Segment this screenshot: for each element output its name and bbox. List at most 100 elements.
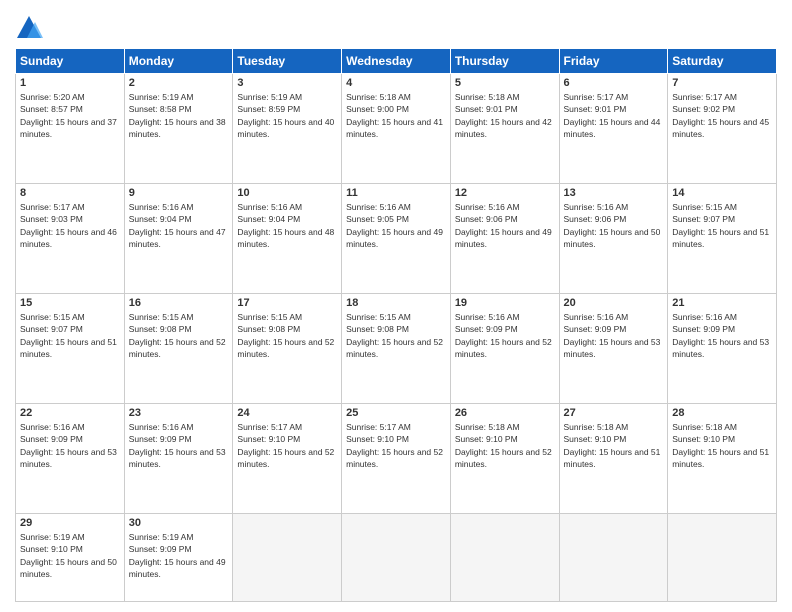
day-number: 18: [346, 297, 446, 309]
day-number: 23: [129, 407, 229, 419]
day-info: Sunrise: 5:17 AM Sunset: 9:01 PM Dayligh…: [564, 91, 664, 140]
header: [15, 10, 777, 42]
day-number: 22: [20, 407, 120, 419]
day-number: 12: [455, 187, 555, 199]
calendar-cell: 13 Sunrise: 5:16 AM Sunset: 9:06 PM Dayl…: [559, 184, 668, 294]
day-info: Sunrise: 5:16 AM Sunset: 9:04 PM Dayligh…: [237, 201, 337, 250]
calendar-cell: 6 Sunrise: 5:17 AM Sunset: 9:01 PM Dayli…: [559, 74, 668, 184]
calendar-cell: [233, 514, 342, 602]
day-number: 30: [129, 517, 229, 529]
calendar-cell: 25 Sunrise: 5:17 AM Sunset: 9:10 PM Dayl…: [342, 404, 451, 514]
day-number: 3: [237, 77, 337, 89]
day-info: Sunrise: 5:17 AM Sunset: 9:03 PM Dayligh…: [20, 201, 120, 250]
calendar-cell: 2 Sunrise: 5:19 AM Sunset: 8:58 PM Dayli…: [124, 74, 233, 184]
weekday-header: Monday: [124, 49, 233, 74]
day-number: 19: [455, 297, 555, 309]
day-number: 21: [672, 297, 772, 309]
day-number: 17: [237, 297, 337, 309]
day-info: Sunrise: 5:15 AM Sunset: 9:08 PM Dayligh…: [346, 311, 446, 360]
day-number: 8: [20, 187, 120, 199]
calendar-cell: [668, 514, 777, 602]
calendar-cell: 16 Sunrise: 5:15 AM Sunset: 9:08 PM Dayl…: [124, 294, 233, 404]
day-info: Sunrise: 5:16 AM Sunset: 9:09 PM Dayligh…: [455, 311, 555, 360]
day-number: 1: [20, 77, 120, 89]
day-number: 16: [129, 297, 229, 309]
day-number: 11: [346, 187, 446, 199]
weekday-header: Thursday: [450, 49, 559, 74]
logo-icon: [15, 14, 43, 42]
calendar-cell: 15 Sunrise: 5:15 AM Sunset: 9:07 PM Dayl…: [16, 294, 125, 404]
calendar-cell: 10 Sunrise: 5:16 AM Sunset: 9:04 PM Dayl…: [233, 184, 342, 294]
day-info: Sunrise: 5:18 AM Sunset: 9:00 PM Dayligh…: [346, 91, 446, 140]
day-number: 5: [455, 77, 555, 89]
day-info: Sunrise: 5:17 AM Sunset: 9:02 PM Dayligh…: [672, 91, 772, 140]
calendar-cell: 5 Sunrise: 5:18 AM Sunset: 9:01 PM Dayli…: [450, 74, 559, 184]
calendar-cell: 22 Sunrise: 5:16 AM Sunset: 9:09 PM Dayl…: [16, 404, 125, 514]
day-info: Sunrise: 5:20 AM Sunset: 8:57 PM Dayligh…: [20, 91, 120, 140]
calendar-cell: 8 Sunrise: 5:17 AM Sunset: 9:03 PM Dayli…: [16, 184, 125, 294]
day-info: Sunrise: 5:17 AM Sunset: 9:10 PM Dayligh…: [237, 421, 337, 470]
calendar-cell: 19 Sunrise: 5:16 AM Sunset: 9:09 PM Dayl…: [450, 294, 559, 404]
page: SundayMondayTuesdayWednesdayThursdayFrid…: [0, 0, 792, 612]
weekday-header: Friday: [559, 49, 668, 74]
day-number: 6: [564, 77, 664, 89]
calendar-cell: 23 Sunrise: 5:16 AM Sunset: 9:09 PM Dayl…: [124, 404, 233, 514]
day-number: 26: [455, 407, 555, 419]
calendar-cell: 18 Sunrise: 5:15 AM Sunset: 9:08 PM Dayl…: [342, 294, 451, 404]
weekday-header: Tuesday: [233, 49, 342, 74]
day-number: 28: [672, 407, 772, 419]
calendar-cell: 3 Sunrise: 5:19 AM Sunset: 8:59 PM Dayli…: [233, 74, 342, 184]
day-info: Sunrise: 5:19 AM Sunset: 8:58 PM Dayligh…: [129, 91, 229, 140]
calendar-cell: 7 Sunrise: 5:17 AM Sunset: 9:02 PM Dayli…: [668, 74, 777, 184]
day-number: 20: [564, 297, 664, 309]
calendar-cell: 28 Sunrise: 5:18 AM Sunset: 9:10 PM Dayl…: [668, 404, 777, 514]
calendar-cell: 11 Sunrise: 5:16 AM Sunset: 9:05 PM Dayl…: [342, 184, 451, 294]
logo: [15, 14, 47, 42]
calendar-cell: 30 Sunrise: 5:19 AM Sunset: 9:09 PM Dayl…: [124, 514, 233, 602]
day-info: Sunrise: 5:15 AM Sunset: 9:08 PM Dayligh…: [237, 311, 337, 360]
calendar-cell: 14 Sunrise: 5:15 AM Sunset: 9:07 PM Dayl…: [668, 184, 777, 294]
day-info: Sunrise: 5:18 AM Sunset: 9:10 PM Dayligh…: [672, 421, 772, 470]
day-info: Sunrise: 5:19 AM Sunset: 8:59 PM Dayligh…: [237, 91, 337, 140]
calendar-cell: 12 Sunrise: 5:16 AM Sunset: 9:06 PM Dayl…: [450, 184, 559, 294]
day-number: 24: [237, 407, 337, 419]
calendar-cell: 9 Sunrise: 5:16 AM Sunset: 9:04 PM Dayli…: [124, 184, 233, 294]
day-info: Sunrise: 5:19 AM Sunset: 9:10 PM Dayligh…: [20, 531, 120, 580]
day-number: 4: [346, 77, 446, 89]
calendar-cell: 1 Sunrise: 5:20 AM Sunset: 8:57 PM Dayli…: [16, 74, 125, 184]
day-info: Sunrise: 5:18 AM Sunset: 9:10 PM Dayligh…: [564, 421, 664, 470]
calendar-cell: 26 Sunrise: 5:18 AM Sunset: 9:10 PM Dayl…: [450, 404, 559, 514]
day-number: 7: [672, 77, 772, 89]
day-info: Sunrise: 5:16 AM Sunset: 9:09 PM Dayligh…: [20, 421, 120, 470]
weekday-header: Saturday: [668, 49, 777, 74]
day-number: 13: [564, 187, 664, 199]
day-info: Sunrise: 5:19 AM Sunset: 9:09 PM Dayligh…: [129, 531, 229, 580]
day-number: 9: [129, 187, 229, 199]
day-info: Sunrise: 5:15 AM Sunset: 9:07 PM Dayligh…: [672, 201, 772, 250]
weekday-header: Wednesday: [342, 49, 451, 74]
day-info: Sunrise: 5:15 AM Sunset: 9:08 PM Dayligh…: [129, 311, 229, 360]
day-number: 29: [20, 517, 120, 529]
day-number: 2: [129, 77, 229, 89]
day-info: Sunrise: 5:16 AM Sunset: 9:09 PM Dayligh…: [672, 311, 772, 360]
day-number: 14: [672, 187, 772, 199]
calendar-cell: 29 Sunrise: 5:19 AM Sunset: 9:10 PM Dayl…: [16, 514, 125, 602]
day-info: Sunrise: 5:16 AM Sunset: 9:09 PM Dayligh…: [129, 421, 229, 470]
calendar-cell: [342, 514, 451, 602]
calendar-cell: 17 Sunrise: 5:15 AM Sunset: 9:08 PM Dayl…: [233, 294, 342, 404]
calendar-cell: 27 Sunrise: 5:18 AM Sunset: 9:10 PM Dayl…: [559, 404, 668, 514]
day-info: Sunrise: 5:16 AM Sunset: 9:06 PM Dayligh…: [455, 201, 555, 250]
day-number: 27: [564, 407, 664, 419]
day-info: Sunrise: 5:16 AM Sunset: 9:04 PM Dayligh…: [129, 201, 229, 250]
day-number: 10: [237, 187, 337, 199]
day-info: Sunrise: 5:16 AM Sunset: 9:05 PM Dayligh…: [346, 201, 446, 250]
calendar-cell: 24 Sunrise: 5:17 AM Sunset: 9:10 PM Dayl…: [233, 404, 342, 514]
calendar-cell: 20 Sunrise: 5:16 AM Sunset: 9:09 PM Dayl…: [559, 294, 668, 404]
calendar-cell: [450, 514, 559, 602]
calendar-cell: 4 Sunrise: 5:18 AM Sunset: 9:00 PM Dayli…: [342, 74, 451, 184]
day-info: Sunrise: 5:18 AM Sunset: 9:01 PM Dayligh…: [455, 91, 555, 140]
day-info: Sunrise: 5:18 AM Sunset: 9:10 PM Dayligh…: [455, 421, 555, 470]
day-info: Sunrise: 5:17 AM Sunset: 9:10 PM Dayligh…: [346, 421, 446, 470]
day-number: 25: [346, 407, 446, 419]
day-number: 15: [20, 297, 120, 309]
